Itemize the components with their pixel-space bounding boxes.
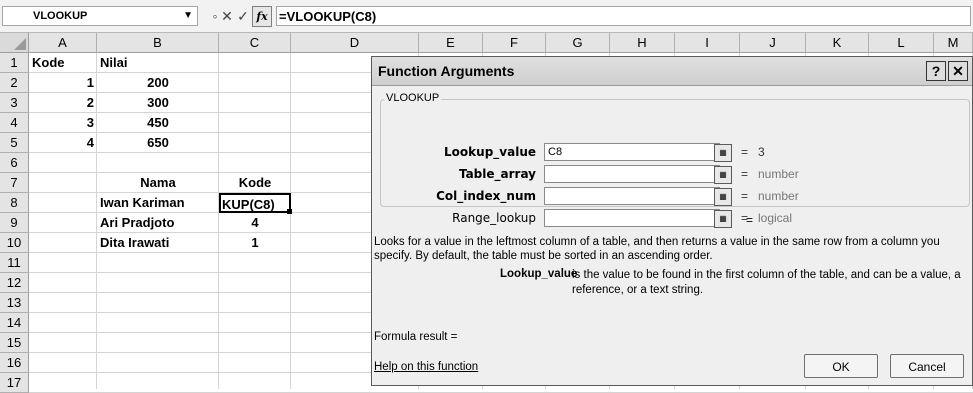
row-header-10[interactable]: 10 <box>0 233 29 253</box>
cell-b7[interactable]: Nama <box>97 173 219 193</box>
cell-b1[interactable]: Nilai <box>97 53 219 73</box>
arg-equals: = <box>741 189 749 203</box>
enter-icon[interactable]: ✓ <box>234 6 252 26</box>
ok-button[interactable]: OK <box>804 354 878 378</box>
collapse-dialog-icon[interactable]: ▦ <box>714 210 732 228</box>
row-header-12[interactable]: 12 <box>0 273 29 293</box>
cell-a1[interactable]: Kode <box>29 53 97 73</box>
function-name-label: VLOOKUP <box>384 92 442 104</box>
help-on-function-link[interactable]: Help on this function <box>374 361 478 373</box>
column-header-f[interactable]: F <box>483 33 546 53</box>
cell-a3[interactable]: 2 <box>29 93 97 113</box>
column-header-k[interactable]: K <box>806 33 869 53</box>
column-header-c[interactable]: C <box>219 33 291 53</box>
cell-b4[interactable]: 450 <box>97 113 219 133</box>
table-array-input[interactable] <box>544 165 720 183</box>
column-header-b[interactable]: B <box>97 33 219 53</box>
cell-b5[interactable]: 650 <box>97 133 219 153</box>
range-lookup-input[interactable] <box>544 209 720 227</box>
column-header-h[interactable]: H <box>610 33 675 53</box>
formula-text: =VLOOKUP(C8) <box>279 9 377 24</box>
row-header-2[interactable]: 2 <box>0 73 29 93</box>
cell-b2[interactable]: 200 <box>97 73 219 93</box>
column-header-d[interactable]: D <box>291 33 419 53</box>
cell-c10[interactable]: 1 <box>219 233 291 253</box>
argument-description-text: is the value to be found in the first co… <box>572 269 961 296</box>
column-header-g[interactable]: G <box>546 33 610 53</box>
name-box-value: VLOOKUP <box>33 10 88 22</box>
column-header-a[interactable]: A <box>29 33 97 53</box>
cell-b10[interactable]: Dita Irawati <box>97 233 219 253</box>
row-header-1[interactable]: 1 <box>0 53 29 73</box>
collapse-dialog-icon[interactable]: ▦ <box>714 166 732 184</box>
dialog-title: Function Arguments <box>378 63 515 79</box>
cell-c9[interactable]: 4 <box>219 213 291 233</box>
arg-label-range-lookup: Range_lookup <box>452 211 536 225</box>
function-result-equals: = <box>746 213 754 227</box>
row-header-11[interactable]: 11 <box>0 253 29 273</box>
cell-b3[interactable]: 300 <box>97 93 219 113</box>
cell-a4[interactable]: 3 <box>29 113 97 133</box>
row-header-3[interactable]: 3 <box>0 93 29 113</box>
col-index-num-input[interactable] <box>544 187 720 205</box>
row-header-4[interactable]: 4 <box>0 113 29 133</box>
arg-result-lookup-value: 3 <box>758 145 765 159</box>
function-arguments-dialog: Function Arguments ? ✕ VLOOKUP Lookup_va… <box>371 56 973 386</box>
cell-c8[interactable]: KUP(C8) <box>219 193 291 213</box>
column-header-l[interactable]: L <box>869 33 934 53</box>
row-header-5[interactable]: 5 <box>0 133 29 153</box>
row-header-8[interactable]: 8 <box>0 193 29 213</box>
chevron-down-icon[interactable]: ▼ <box>183 10 193 21</box>
cell-c7[interactable]: Kode <box>219 173 291 193</box>
insert-function-icon[interactable]: fx <box>252 6 272 27</box>
cell-a5[interactable]: 4 <box>29 133 97 153</box>
arg-label-lookup-value: Lookup_value <box>444 145 536 159</box>
lookup-value-input[interactable]: C8 <box>544 143 720 161</box>
row-header-14[interactable]: 14 <box>0 313 29 333</box>
column-header-i[interactable]: I <box>675 33 740 53</box>
arg-equals: = <box>741 167 749 181</box>
close-icon[interactable]: ✕ <box>948 61 968 81</box>
formula-input[interactable]: =VLOOKUP(C8) <box>276 6 971 26</box>
help-icon[interactable]: ? <box>926 61 946 81</box>
cell-b9[interactable]: Ari Pradjoto <box>97 213 219 233</box>
select-all-corner[interactable] <box>0 33 29 53</box>
arg-label-col-index-num: Col_index_num <box>436 189 536 203</box>
row-header-15[interactable]: 15 <box>0 333 29 353</box>
collapse-dialog-icon[interactable]: ▦ <box>714 188 732 206</box>
row-header-17[interactable]: 17 <box>0 373 29 393</box>
cell-a2[interactable]: 1 <box>29 73 97 93</box>
row-header-13[interactable]: 13 <box>0 293 29 313</box>
function-description: Looks for a value in the leftmost column… <box>374 236 940 262</box>
formula-result-label: Formula result = <box>374 331 458 343</box>
collapse-dialog-icon[interactable]: ▦ <box>714 144 732 162</box>
cancel-button[interactable]: Cancel <box>890 354 964 378</box>
cell-b8[interactable]: Iwan Kariman <box>97 193 219 213</box>
dialog-title-bar[interactable]: Function Arguments ? ✕ <box>372 57 972 86</box>
arg-result-range-lookup: logical <box>758 211 793 225</box>
arg-label-table-array: Table_array <box>458 167 536 181</box>
column-header-e[interactable]: E <box>419 33 483 53</box>
arg-equals: = <box>741 145 749 159</box>
column-header-j[interactable]: J <box>740 33 806 53</box>
arg-result-col-index-num: number <box>758 189 799 203</box>
row-header-9[interactable]: 9 <box>0 213 29 233</box>
column-header-m[interactable]: M <box>934 33 973 53</box>
name-box[interactable]: VLOOKUP ▼ <box>2 6 198 26</box>
argument-description-name: Lookup_value <box>500 268 578 280</box>
row-header-16[interactable]: 16 <box>0 353 29 373</box>
arg-result-table-array: number <box>758 167 799 181</box>
row-header-6[interactable]: 6 <box>0 153 29 173</box>
row-header-7[interactable]: 7 <box>0 173 29 193</box>
formula-bar: VLOOKUP ▼ ◦ ✕ ✓ fx =VLOOKUP(C8) <box>0 0 973 33</box>
